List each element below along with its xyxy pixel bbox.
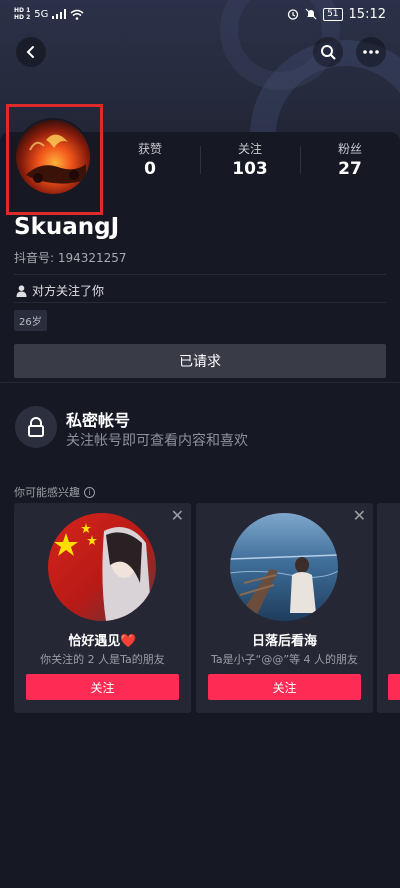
recommendations-heading: 你可能感兴趣 i (14, 484, 95, 500)
follow-button[interactable]: 关注 (26, 674, 179, 700)
stat-label: 关注 (237, 142, 262, 156)
recommendation-avatar[interactable] (48, 513, 156, 621)
profile-stats: 获赞 0 关注 103 粉丝 27 (100, 140, 400, 180)
recommendation-card-partial[interactable] (377, 503, 400, 713)
avatar-highlight-box (6, 104, 103, 215)
stat-value: 0 (144, 159, 156, 179)
private-account-description: 关注帐号即可查看内容和喜欢 (66, 433, 248, 449)
recommendation-name: 恰好遇见❤️ (68, 634, 137, 649)
alarm-icon (287, 9, 299, 20)
recommendation-name: 日落后看海 (251, 634, 317, 649)
follows-you-note: 对方关注了你 (16, 282, 104, 299)
more-icon (363, 50, 379, 54)
requested-button[interactable]: 已请求 (14, 344, 386, 378)
stat-value: 103 (232, 159, 268, 179)
divider (14, 302, 386, 303)
close-icon[interactable]: ✕ (171, 506, 184, 525)
recommendation-avatar-image (48, 513, 156, 621)
battery-level: 51 (323, 7, 343, 21)
recommendation-mutuals: 你关注的 2 人是Ta的朋友 (40, 653, 165, 666)
status-bar: HD 1 HD 2 5G 51 15:12 (0, 0, 400, 28)
back-button[interactable] (16, 37, 46, 67)
signal-label: 5G (34, 8, 49, 20)
hd-indicator: HD 1 HD 2 (14, 7, 31, 21)
stat-label: 获赞 (137, 142, 162, 156)
signal-icon (52, 9, 67, 19)
clock: 15:12 (348, 6, 386, 22)
lock-badge (15, 406, 57, 448)
follow-button[interactable]: 关注 (208, 674, 361, 700)
stat-likes[interactable]: 获赞 0 (100, 140, 200, 180)
lock-icon (28, 417, 44, 437)
username: SkuangJ (14, 214, 120, 240)
recommendation-avatar-image (230, 513, 338, 621)
info-icon[interactable]: i (84, 486, 95, 498)
recommendation-card[interactable]: ✕ 恰好遇见❤️ 你关注的 2 人是Ta的朋友 关注 (14, 503, 191, 713)
stat-following[interactable]: 关注 103 (200, 140, 300, 180)
recommendation-card[interactable]: ✕ 日落后看海 Ta是小子“@@”等 4 人的朋友 关注 (196, 503, 373, 713)
age-badge: 26岁 (14, 310, 47, 331)
stat-followers[interactable]: 粉丝 27 (300, 140, 400, 180)
person-icon (16, 284, 27, 297)
search-icon (321, 45, 336, 60)
recommendation-mutuals: Ta是小子“@@”等 4 人的朋友 (210, 653, 359, 666)
close-icon[interactable]: ✕ (353, 506, 366, 525)
divider (14, 274, 386, 275)
wifi-icon (70, 9, 84, 20)
stat-value: 27 (338, 159, 362, 179)
stat-label: 粉丝 (337, 142, 362, 156)
mute-bell-icon (305, 8, 317, 20)
recommendation-avatar[interactable] (230, 513, 338, 621)
recommendations-label: 你可能感兴趣 (14, 486, 80, 499)
private-account-title: 私密帐号 (66, 411, 131, 430)
back-arrow-icon (26, 46, 34, 58)
follows-you-label: 对方关注了你 (32, 284, 105, 298)
douyin-id[interactable]: 抖音号: 194321257 (14, 249, 127, 266)
follow-button[interactable] (388, 674, 400, 700)
search-button[interactable] (313, 37, 343, 67)
section-divider (0, 382, 400, 383)
more-button[interactable] (356, 37, 386, 67)
